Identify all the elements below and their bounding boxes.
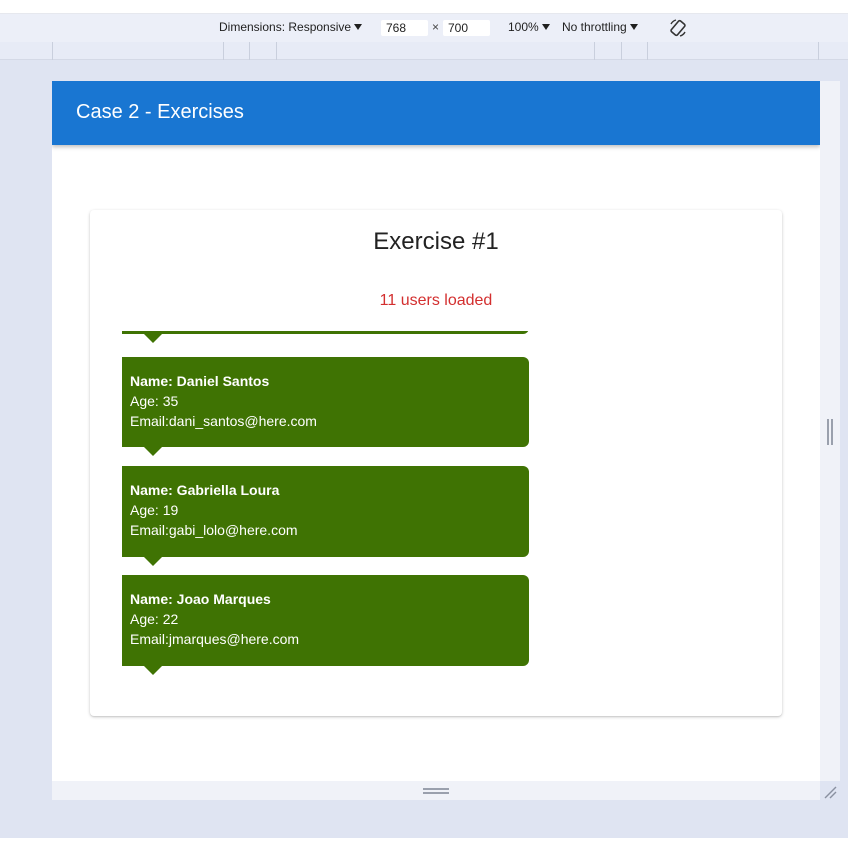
users-loaded-status: 11 users loaded <box>379 292 493 309</box>
throttling-label: No throttling <box>562 20 627 34</box>
height-input[interactable]: 700 <box>443 20 490 36</box>
ruler-tick <box>621 42 622 60</box>
user-name: Name: Daniel Santos <box>130 373 270 389</box>
user-email: Email:gabi_lolo@here.com <box>130 522 298 538</box>
user-list[interactable]: Name: Daniel Santos Age: 35 Email:dani_s… <box>122 331 529 676</box>
ruler-tick <box>647 42 648 60</box>
user-name: Name: Gabriella Loura <box>130 482 280 498</box>
app-bar: Case 2 - Exercises <box>52 81 820 145</box>
chevron-down-icon <box>354 24 363 30</box>
ruler-tick <box>594 42 595 60</box>
user-card-partial <box>122 331 529 343</box>
device-toolbar: Dimensions: Responsive 768 × 700 100% No… <box>0 14 848 42</box>
rotate-icon[interactable] <box>668 18 688 38</box>
ruler-tick <box>223 42 224 60</box>
bottom-strip <box>0 838 848 843</box>
grip-vertical-icon[interactable] <box>827 419 833 445</box>
device-viewport: Case 2 - Exercises Exercise #1 11 users … <box>52 81 820 781</box>
devtools-top-bar <box>0 0 848 14</box>
dimensions-label: Dimensions: Responsive <box>219 20 352 34</box>
user-age: Age: 22 <box>130 611 179 627</box>
ruler-tick <box>249 42 250 60</box>
width-input[interactable]: 768 <box>381 20 428 36</box>
zoom-dropdown[interactable]: 100% <box>508 20 550 34</box>
grip-horizontal-icon[interactable] <box>423 788 449 794</box>
ruler-tick <box>52 42 53 60</box>
exercise-title: Exercise #1 <box>373 228 499 255</box>
user-card: Name: Joao Marques Age: 22 Email:jmarque… <box>122 575 529 675</box>
media-query-ruler[interactable] <box>0 42 848 60</box>
user-email: Email:dani_santos@here.com <box>130 413 317 429</box>
ruler-tick <box>818 42 819 60</box>
zoom-label: 100% <box>508 20 539 34</box>
dimension-separator: × <box>432 20 440 34</box>
dimensions-dropdown[interactable]: Dimensions: Responsive <box>219 20 363 34</box>
user-card: Name: Gabriella Loura Age: 19 Email:gabi… <box>122 466 529 566</box>
chevron-down-icon <box>541 24 550 30</box>
user-age: Age: 19 <box>130 502 179 518</box>
corner-resize-icon[interactable] <box>822 784 838 800</box>
user-age: Age: 35 <box>130 393 179 409</box>
chevron-down-icon <box>629 24 638 30</box>
user-name: Name: Joao Marques <box>130 591 271 607</box>
ruler-tick <box>276 42 277 60</box>
app-title: Case 2 - Exercises <box>76 101 244 123</box>
user-card: Name: Daniel Santos Age: 35 Email:dani_s… <box>122 357 529 456</box>
throttling-dropdown[interactable]: No throttling <box>562 20 638 34</box>
exercise-card: Exercise #1 11 users loaded Name: Daniel… <box>90 210 782 716</box>
user-email: Email:jmarques@here.com <box>130 631 300 647</box>
